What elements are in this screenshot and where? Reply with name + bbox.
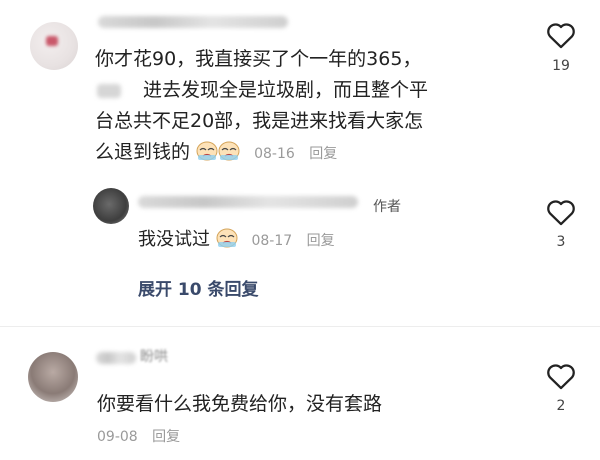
author-badge: 作者 bbox=[373, 199, 401, 215]
heart-outline-icon bbox=[547, 23, 575, 49]
reply-date: 08-17 bbox=[251, 233, 293, 249]
comment-text-line-4: 么退到钱的 bbox=[95, 141, 191, 163]
commenter-avatar[interactable] bbox=[28, 352, 78, 402]
comment-text-line-1: 你才花90，我直接买了个一年的365， bbox=[95, 48, 422, 70]
commenter-name-blurred[interactable] bbox=[98, 16, 288, 28]
blurred-mention bbox=[97, 84, 121, 98]
commenter-name-blurred[interactable] bbox=[96, 352, 136, 364]
crying-face-icon bbox=[216, 228, 238, 248]
commenter-name-fragment[interactable]: 盼哄 bbox=[140, 346, 168, 366]
author-name-blurred[interactable] bbox=[138, 196, 358, 208]
like-count: 19 bbox=[552, 58, 570, 74]
comment-text-line-2: 进去发现全是垃圾剧，而且整个平 bbox=[143, 79, 429, 101]
reply-button[interactable]: 回复 bbox=[307, 233, 335, 249]
comment-date: 09-08 bbox=[97, 429, 138, 445]
comment-divider bbox=[0, 326, 600, 327]
expand-replies-button[interactable]: 展开 10 条回复 bbox=[138, 275, 259, 300]
heart-outline-icon bbox=[547, 364, 575, 390]
reply-button[interactable]: 回复 bbox=[309, 146, 337, 162]
comment-text: 你才花90，我直接买了个一年的365， 进去发现全是垃圾剧，而且整个平 台总共不… bbox=[95, 44, 515, 170]
comment-text: 你要看什么我免费给你，没有套路 bbox=[97, 393, 383, 415]
reply-text: 我没试过 bbox=[138, 229, 210, 250]
crying-face-icon bbox=[218, 141, 240, 161]
like-button[interactable] bbox=[544, 195, 578, 229]
crying-face-icon bbox=[196, 141, 218, 161]
comment-text-line-3: 台总共不足20部，我是进来找看大家怎 bbox=[95, 110, 424, 132]
like-count: 2 bbox=[556, 398, 566, 414]
author-avatar[interactable] bbox=[93, 188, 129, 224]
heart-outline-icon bbox=[547, 200, 575, 226]
comment-date: 08-16 bbox=[254, 146, 295, 162]
reply-text-row: 我没试过 08-17 回复 bbox=[138, 224, 335, 257]
like-button[interactable] bbox=[544, 359, 578, 393]
reply-button[interactable]: 回复 bbox=[152, 429, 180, 445]
comment-meta: 09-08 回复 bbox=[97, 426, 180, 446]
like-count: 3 bbox=[556, 234, 566, 250]
commenter-avatar[interactable] bbox=[30, 22, 78, 70]
like-button[interactable] bbox=[544, 18, 578, 52]
